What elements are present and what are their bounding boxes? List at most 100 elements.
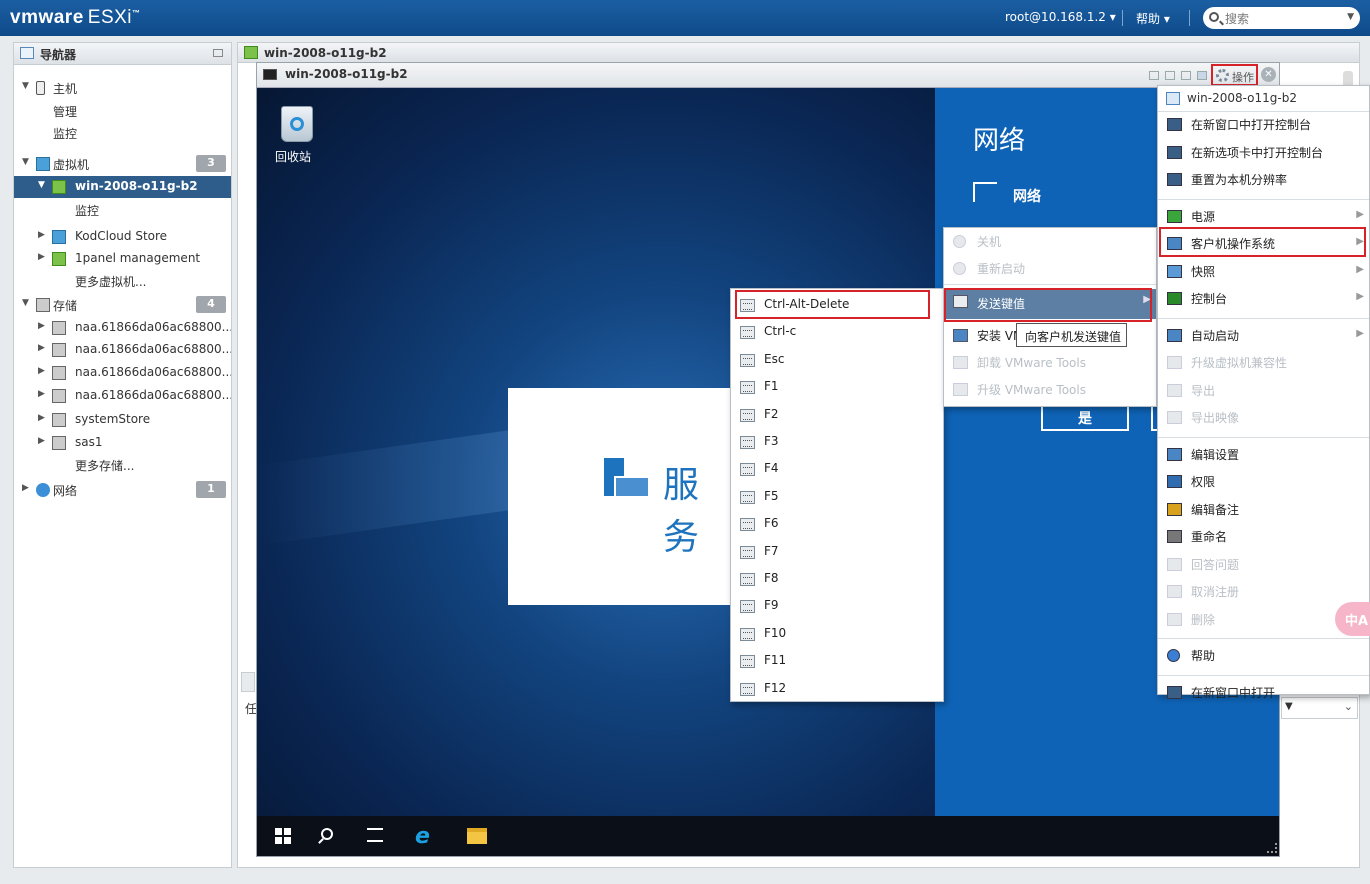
actions-menu-item[interactable]: 客户机操作系统 ▶	[1158, 231, 1369, 257]
nav-item[interactable]: ▶ 网络 1	[14, 479, 231, 501]
search-input[interactable]: 搜索 ▼	[1203, 7, 1360, 29]
answer-icon	[1167, 557, 1182, 571]
send-key-item[interactable]: Ctrl-Alt-Delete	[731, 293, 943, 319]
actions-menu-item[interactable]: 重命名	[1158, 524, 1369, 550]
nav-item[interactable]: ▶ systemStore	[14, 409, 231, 431]
actions-menu-item[interactable]: 权限	[1158, 469, 1369, 495]
nav-item[interactable]: 更多虚拟机...	[14, 270, 231, 292]
recycle-bin-icon[interactable]	[277, 100, 317, 142]
actions-menu-item[interactable]: 在新选项卡中打开控制台	[1158, 140, 1369, 166]
send-key-item[interactable]: F6	[731, 512, 943, 538]
keyboard-icon	[740, 381, 755, 395]
chevron-down-icon[interactable]: ▼	[1347, 12, 1354, 22]
nav-item[interactable]: ▶ naa.61866da06ac68800...	[14, 385, 231, 407]
send-key-item[interactable]: F12	[731, 677, 943, 703]
chevron-right-icon[interactable]: ▶	[38, 413, 45, 423]
chevron-right-icon[interactable]: ▶	[38, 321, 45, 331]
task-view-icon[interactable]	[367, 828, 383, 842]
chevron-right-icon[interactable]: ▶	[38, 343, 45, 353]
send-key-item[interactable]: F3	[731, 430, 943, 456]
actions-menu-item[interactable]: 编辑设置	[1158, 442, 1369, 468]
keyboard-icon	[740, 353, 755, 367]
flag-icon[interactable]	[1197, 71, 1207, 80]
resize-grip-icon[interactable]	[1267, 843, 1277, 853]
actions-menu-label: 取消注册	[1191, 585, 1240, 599]
nav-item[interactable]: ▶ naa.61866da06ac68800...	[14, 339, 231, 361]
actions-menu-item[interactable]: 电源 ▶	[1158, 204, 1369, 230]
divider	[1189, 10, 1190, 26]
translate-widget[interactable]: 中A	[1335, 602, 1370, 636]
chevron-down-icon[interactable]: ▼	[22, 157, 29, 167]
close-icon[interactable]: ✕	[1261, 67, 1276, 82]
send-key-item[interactable]: F11	[731, 649, 943, 675]
send-key-item[interactable]: F9	[731, 594, 943, 620]
disk-icon	[52, 321, 66, 335]
chevron-right-icon[interactable]: ▶	[38, 252, 45, 262]
window-control-icon[interactable]	[1181, 71, 1191, 80]
nav-item[interactable]: ▼ win-2008-o11g-b2	[14, 176, 231, 198]
console-icon	[1167, 292, 1182, 305]
actions-menu-item[interactable]: 控制台 ▶	[1158, 286, 1369, 312]
actions-menu-item[interactable]: 快照 ▶	[1158, 259, 1369, 285]
nav-item[interactable]: 更多存储...	[14, 454, 231, 476]
chevron-right-icon[interactable]: ▶	[38, 366, 45, 376]
user-menu[interactable]: root@10.168.1.2 ▾	[1005, 10, 1116, 24]
window-control-icon[interactable]	[1149, 71, 1159, 80]
nav-item[interactable]: ▶ sas1	[14, 432, 231, 454]
chevron-down-icon[interactable]: ▼	[22, 298, 29, 308]
nav-item[interactable]: ▶ 1panel management	[14, 248, 231, 270]
internet-explorer-icon[interactable]: e	[415, 824, 430, 849]
chevron-right-icon[interactable]: ▶	[22, 483, 29, 493]
search-icon[interactable]	[321, 828, 333, 840]
chevron-right-icon[interactable]: ▶	[38, 389, 45, 399]
chevron-right-icon[interactable]: ▶	[38, 436, 45, 446]
send-key-item[interactable]: F10	[731, 622, 943, 648]
send-key-item[interactable]: Esc	[731, 348, 943, 374]
menu-divider	[944, 284, 1156, 285]
edit-notes-icon	[1167, 502, 1182, 516]
actions-button[interactable]: 操作	[1211, 64, 1258, 86]
send-key-item[interactable]: F4	[731, 457, 943, 483]
nav-item[interactable]: ▶ naa.61866da06ac68800...	[14, 317, 231, 339]
nav-item[interactable]: ▼ 主机	[14, 77, 231, 99]
windows-start-icon[interactable]	[275, 828, 291, 844]
help-menu[interactable]: 帮助 ▾	[1136, 10, 1170, 27]
actions-menu-item[interactable]: 重置为本机分辨率	[1158, 167, 1369, 193]
actions-menu-item[interactable]: 帮助	[1158, 643, 1369, 669]
keyboard-icon	[740, 600, 755, 614]
actions-menu-item[interactable]: 在新窗口中打开	[1158, 680, 1369, 706]
chevron-right-icon: ▶	[1143, 294, 1151, 305]
nav-item[interactable]: 监控	[14, 122, 231, 144]
actions-menu-label: 回答问题	[1191, 557, 1240, 572]
send-key-item[interactable]: Ctrl-c	[731, 320, 943, 346]
nav-item[interactable]: ▼ 存储 4	[14, 294, 231, 316]
send-key-item[interactable]: F1	[731, 375, 943, 401]
vm-powered-on-icon	[52, 180, 66, 194]
nav-item[interactable]: 管理	[14, 100, 231, 122]
actions-menu-item[interactable]: 编辑备注	[1158, 497, 1369, 523]
nav-item-label: 网络	[53, 484, 78, 498]
chevron-right-icon[interactable]: ▶	[38, 230, 45, 240]
send-key-item[interactable]: F2	[731, 403, 943, 429]
actions-menu-item[interactable]: 在新窗口中打开控制台	[1158, 112, 1369, 138]
chevron-down-icon[interactable]: ▼	[22, 81, 29, 91]
lower-panel-tab[interactable]: 任	[241, 672, 257, 724]
nav-item[interactable]: ▶ KodCloud Store	[14, 226, 231, 248]
send-key-item[interactable]: F7	[731, 540, 943, 566]
actions-menu-item: 回答问题	[1158, 552, 1369, 578]
actions-menu-label: 重命名	[1191, 530, 1228, 544]
menu-divider	[1158, 436, 1369, 438]
minimize-icon[interactable]	[213, 49, 223, 57]
send-key-item[interactable]: F8	[731, 567, 943, 593]
nav-item[interactable]: ▶ naa.61866da06ac68800...	[14, 362, 231, 384]
snapshot-icon	[1167, 264, 1182, 278]
guest-menu-item[interactable]: 发送键值 ▶	[944, 289, 1156, 319]
window-control-icon[interactable]	[1165, 71, 1175, 80]
nav-item[interactable]: 监控	[14, 199, 231, 221]
nav-item-label: 监控	[53, 127, 78, 141]
nav-item[interactable]: ▼ 虚拟机 3	[14, 153, 231, 175]
file-explorer-icon[interactable]	[467, 828, 487, 844]
actions-menu-item[interactable]: 自动启动 ▶	[1158, 323, 1369, 349]
chevron-down-icon[interactable]: ▼	[38, 180, 45, 190]
send-key-item[interactable]: F5	[731, 485, 943, 511]
